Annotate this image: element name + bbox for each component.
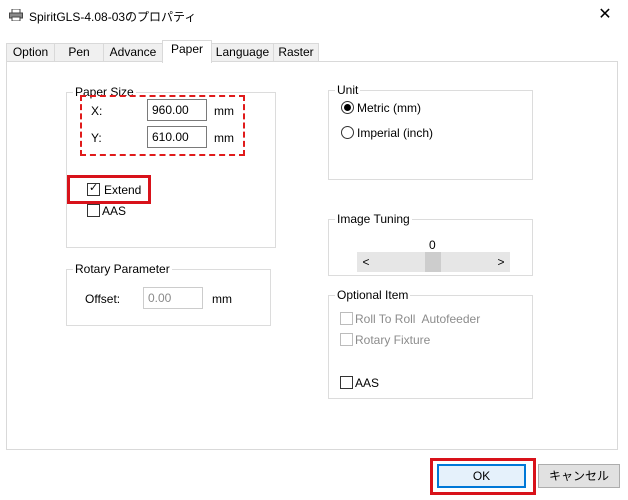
paper-aas-label: AAS [102, 204, 127, 218]
tab-pen[interactable]: Pen [54, 43, 104, 62]
title-bar: SpiritGLS-4.08-03のプロパティ ✕ [0, 0, 628, 30]
close-icon: ✕ [598, 6, 612, 23]
tab-paper[interactable]: Paper [162, 40, 212, 63]
tab-option[interactable]: Option [6, 43, 55, 62]
roll-to-roll-checkbox[interactable] [340, 312, 353, 325]
optional-item-legend: Optional Item [335, 288, 411, 302]
image-tuning-value: 0 [429, 238, 436, 252]
tab-language[interactable]: Language [211, 43, 274, 62]
close-button[interactable]: ✕ [582, 0, 628, 30]
offset-label: Offset: [85, 292, 121, 306]
unit-legend: Unit [335, 83, 361, 97]
rotary-fixture-label: Rotary Fixture [355, 333, 431, 347]
extend-highlight [67, 175, 151, 204]
tab-advance[interactable]: Advance [103, 43, 163, 62]
radio-dot-icon [344, 104, 351, 111]
optional-aas-label: AAS [355, 376, 380, 390]
tab-label: Paper [170, 42, 204, 56]
offset-field[interactable]: 0.00 [143, 287, 203, 309]
optional-aas-checkbox[interactable] [340, 376, 353, 389]
tab-label: Raster [278, 45, 314, 59]
tab-label: Advance [109, 45, 157, 59]
tab-raster[interactable]: Raster [273, 43, 319, 62]
offset-unit-label: mm [212, 292, 232, 306]
tab-label: Option [12, 45, 49, 59]
window-title: SpiritGLS-4.08-03のプロパティ [29, 10, 197, 24]
rotary-parameter-legend: Rotary Parameter [73, 262, 172, 276]
slider-left-arrow-icon[interactable]: < [357, 252, 375, 272]
paper-aas-checkbox[interactable] [87, 204, 100, 217]
imperial-label: Imperial (inch) [357, 126, 434, 140]
paper-size-highlight [80, 95, 245, 156]
cancel-button[interactable]: キャンセル [538, 464, 620, 488]
image-tuning-slider[interactable]: < > [357, 252, 510, 272]
tab-label: Pen [68, 45, 90, 59]
slider-right-arrow-icon[interactable]: > [492, 252, 510, 272]
slider-thumb[interactable] [425, 252, 441, 272]
ok-button-highlight [430, 458, 536, 495]
image-tuning-legend: Image Tuning [335, 212, 412, 226]
rotary-fixture-checkbox[interactable] [340, 333, 353, 346]
tab-label: Language [215, 45, 270, 59]
roll-to-roll-label: Roll To Roll Autofeeder [355, 312, 481, 326]
metric-label: Metric (mm) [357, 101, 421, 115]
imperial-radio[interactable] [341, 126, 354, 139]
metric-radio[interactable] [341, 101, 354, 114]
printer-icon [9, 9, 23, 21]
